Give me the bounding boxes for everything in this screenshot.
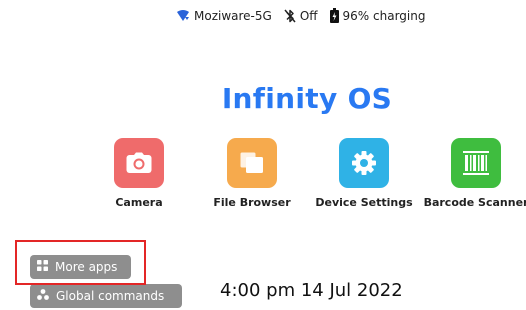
grid-icon (37, 260, 48, 274)
folder-icon (227, 138, 277, 188)
app-grid: Camera File Browser Device Settings Barc… (0, 138, 526, 218)
wifi-name: Moziware-5G (194, 8, 272, 23)
app-barcode-scanner[interactable]: Barcode Scanner (423, 138, 526, 209)
bluetooth-status: Off (284, 9, 318, 23)
camera-icon (114, 138, 164, 188)
wifi-status: Moziware-5G (176, 9, 272, 23)
app-camera[interactable]: Camera (89, 138, 189, 209)
more-apps-label: More apps (55, 260, 118, 274)
wifi-icon (176, 9, 190, 22)
more-apps-button[interactable]: More apps (30, 255, 131, 279)
battery-text: 96% charging (342, 8, 426, 23)
app-label: File Browser (213, 196, 291, 209)
app-label: Barcode Scanner (423, 196, 526, 209)
date-time: 4:00 pm 14 Jul 2022 (220, 280, 403, 301)
app-label: Device Settings (315, 196, 413, 209)
app-file-browser[interactable]: File Browser (202, 138, 302, 209)
app-device-settings[interactable]: Device Settings (314, 138, 414, 209)
status-bar: Moziware-5G Off 96% charging (176, 8, 425, 23)
battery-status: 96% charging (329, 8, 426, 23)
global-commands-button[interactable]: Global commands (30, 284, 182, 308)
home-screen: Moziware-5G Off 96% charging Infinity OS… (0, 0, 526, 310)
bluetooth-off-icon (284, 9, 296, 23)
app-label: Camera (115, 196, 163, 209)
barcode-icon (451, 138, 501, 188)
nodes-icon (37, 289, 49, 303)
bluetooth-status-text: Off (299, 8, 318, 23)
global-commands-label: Global commands (56, 289, 165, 303)
gear-icon (339, 138, 389, 188)
os-title: Infinity OS (221, 82, 393, 115)
battery-charging-icon (329, 8, 339, 23)
